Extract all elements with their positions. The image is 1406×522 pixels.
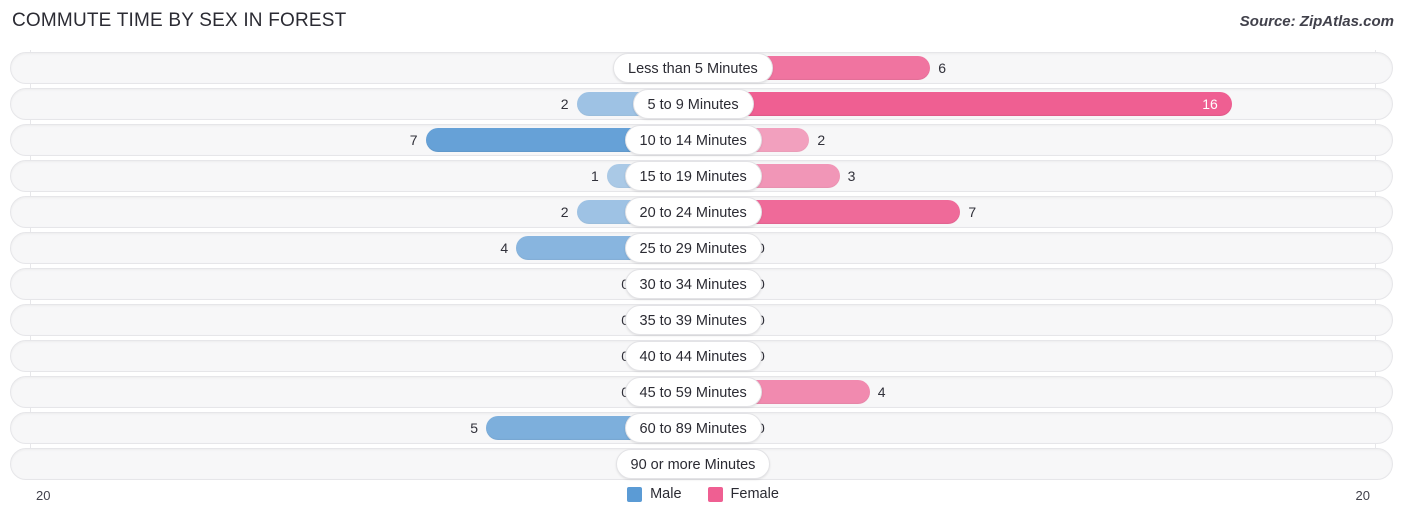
chart-row[interactable]: 2 16 5 to 9 Minutes <box>10 88 1393 120</box>
page-title: COMMUTE TIME BY SEX IN FOREST <box>12 10 347 31</box>
plot-area: 06Less than 5 Minutes2165 to 9 Minutes72… <box>0 50 1406 482</box>
chart-row[interactable]: 0090 or more Minutes <box>10 448 1393 480</box>
chart-row[interactable]: 0030 to 34 Minutes <box>10 268 1393 300</box>
category-label-pill: 45 to 59 Minutes <box>624 377 762 407</box>
value-label-male: 0 <box>10 56 629 80</box>
value-label-male: 4 <box>500 240 509 256</box>
value-label-male: 0 <box>10 272 629 296</box>
legend-swatch-male-icon <box>627 486 643 502</box>
value-label-female: 7 <box>968 204 977 220</box>
chart-row[interactable]: 4025 to 29 Minutes <box>10 232 1393 264</box>
chart-row[interactable]: 0040 to 44 Minutes <box>10 340 1393 372</box>
value-label-female: 2 <box>817 132 826 148</box>
chart-row[interactable]: 2 7 20 to 24 Minutes <box>10 196 1393 228</box>
value-label-female: 3 <box>847 168 856 184</box>
legend: Male Female <box>0 486 1406 502</box>
legend-item-female[interactable]: Female <box>707 486 779 502</box>
category-label-pill: 20 to 24 Minutes <box>624 197 762 227</box>
chart-row[interactable]: 1 3 15 to 19 Minutes <box>10 160 1393 192</box>
category-label-pill: 15 to 19 Minutes <box>624 161 762 191</box>
chart-row[interactable]: 7 2 10 to 14 Minutes <box>10 124 1393 156</box>
value-label-male: 7 <box>409 132 418 148</box>
category-label-pill: 90 or more Minutes <box>615 449 771 479</box>
value-label-male: 0 <box>10 308 629 332</box>
category-label-pill: 35 to 39 Minutes <box>624 305 762 335</box>
category-label-pill: 40 to 44 Minutes <box>624 341 762 371</box>
category-label-pill: 60 to 89 Minutes <box>624 413 762 443</box>
value-label-male: 0 <box>10 380 629 404</box>
category-label-pill: 30 to 34 Minutes <box>624 269 762 299</box>
source-attribution: Source: ZipAtlas.com <box>1239 13 1394 30</box>
legend-item-male[interactable]: Male <box>627 486 682 502</box>
value-label-male: 1 <box>591 168 599 184</box>
value-label-male: 5 <box>470 420 478 436</box>
value-label-male: 0 <box>10 452 629 476</box>
legend-swatch-female-icon <box>707 486 723 502</box>
category-label-pill: 10 to 14 Minutes <box>624 125 762 155</box>
value-label-female: 6 <box>938 60 946 76</box>
chart-row[interactable]: 5060 to 89 Minutes <box>10 412 1393 444</box>
chart-row[interactable]: 0035 to 39 Minutes <box>10 304 1393 336</box>
bar-female[interactable] <box>693 92 1233 116</box>
value-label-female: 16 <box>1202 96 1218 112</box>
legend-label-male: Male <box>650 486 682 502</box>
category-label-pill: Less than 5 Minutes <box>613 53 773 83</box>
chart-row[interactable]: 0 6 Less than 5 Minutes <box>10 52 1393 84</box>
legend-label-female: Female <box>730 486 779 502</box>
chart-row[interactable]: 0 4 45 to 59 Minutes <box>10 376 1393 408</box>
value-label-male: 2 <box>560 96 569 112</box>
value-label-female: 4 <box>877 384 886 400</box>
commute-time-chart: COMMUTE TIME BY SEX IN FOREST Source: Zi… <box>0 0 1406 522</box>
value-label-male: 2 <box>560 204 569 220</box>
category-label-pill: 5 to 9 Minutes <box>632 89 754 119</box>
value-label-male: 0 <box>10 344 629 368</box>
category-label-pill: 25 to 29 Minutes <box>624 233 762 263</box>
